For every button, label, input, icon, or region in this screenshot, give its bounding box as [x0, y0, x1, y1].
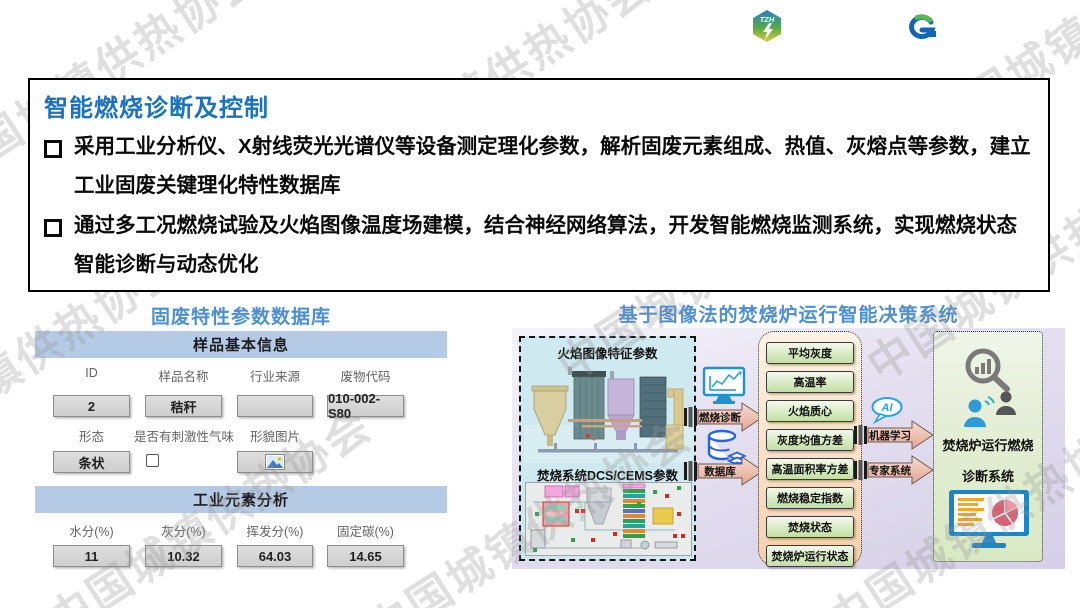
feature-chip-mean-gray: 平均灰度: [766, 342, 854, 364]
section-header-basic-info: 样品基本信息: [35, 331, 447, 358]
field-label-moisture: 水分(%): [53, 521, 130, 540]
field-label-ash: 灰分(%): [145, 521, 222, 540]
field-value-shape[interactable]: 条状: [53, 451, 130, 473]
feature-chip-furnace-running-state: 焚烧炉运行状态: [766, 545, 854, 567]
feature-chip-flame-centroid: 火焰质心: [766, 400, 854, 422]
irritating-odor-checkbox[interactable]: [146, 454, 159, 467]
diagnosis-system-box: 焚烧炉运行燃烧 诊断系统: [933, 331, 1043, 562]
arrow-label: 数据库: [698, 456, 742, 486]
image-features-box: 平均灰度 高温率 火焰质心 灰度均值方差 高温面积率方差 燃烧稳定指数 焚烧状态…: [758, 331, 862, 566]
section-header-proximate-analysis: 工业元素分析: [35, 486, 447, 513]
field-value-industry-source[interactable]: [237, 395, 313, 417]
monitor-chart-icon: [702, 366, 746, 406]
database-panel-title: 固废特性参数数据库: [35, 302, 447, 329]
field-value-waste-code[interactable]: 010-002-S80: [327, 395, 404, 417]
dcs-screen-illustration: [525, 482, 692, 556]
field-label-sample-name: 样品名称: [145, 366, 222, 385]
field-label-volatile: 挥发分(%): [237, 521, 313, 540]
bullet-item: 通过多工况燃烧试验及火焰图像温度场建模，结合神经网络算法，开发智能燃烧监测系统，…: [44, 206, 1032, 285]
field-label-irritating-odor: 是否有刺激性气味: [131, 426, 237, 445]
field-label-appearance-image: 形貌图片: [237, 426, 313, 445]
field-label-industry-source: 行业来源: [237, 366, 313, 385]
arrow-label: 专家系统: [868, 455, 912, 485]
feature-chip-stability-index: 燃烧稳定指数: [766, 487, 854, 509]
output-text-line1: 焚烧炉运行燃烧: [934, 435, 1042, 454]
report-monitor-icon: [945, 490, 1033, 550]
feature-chip-gray-variance: 灰度均值方差: [766, 429, 854, 451]
expert-system-arrow: 专家系统: [854, 455, 934, 485]
slide: 固废特性参数数据库 样品基本信息 ID 样品名称 行业来源 废物代码 2 秸秆 …: [0, 0, 1080, 608]
feature-chip-high-temp-area-variance: 高温面积率方差: [766, 458, 854, 480]
field-label-fixed-carbon: 固定碳(%): [327, 521, 404, 540]
partner-logo: [905, 14, 939, 40]
arrow-label: 机器学习: [868, 420, 912, 450]
image-thumbnail-icon: [265, 454, 285, 470]
field-value-moisture[interactable]: 11: [53, 545, 130, 567]
output-text-line2: 诊断系统: [934, 466, 1042, 485]
bullet-square-icon: [44, 140, 62, 158]
incinerator-3d-illustration: [524, 359, 693, 463]
bullet-list: 采用工业分析仪、X射线荧光光谱仪等设备测定理化参数，解析固废元素组成、热值、灰熔…: [44, 127, 1032, 284]
people-consult-icon: [962, 388, 1018, 428]
slide-title: 智能燃烧诊断及控制: [44, 88, 1032, 123]
database-arrow: 数据库: [684, 456, 764, 486]
appearance-image-field[interactable]: [237, 451, 313, 473]
magnifier-barchart-icon: [960, 346, 1018, 392]
bullet-item: 采用工业分析仪、X射线荧光光谱仪等设备测定理化参数，解析固废元素组成、热值、灰熔…: [44, 127, 1032, 206]
field-value-volatile[interactable]: 64.03: [237, 545, 313, 567]
feature-chip-high-temp-rate: 高温率: [766, 371, 854, 393]
decision-diagram-panel: 火焰图像特征参数: [512, 328, 1065, 569]
field-value-fixed-carbon[interactable]: 14.65: [327, 545, 404, 567]
field-value-id[interactable]: 2: [53, 395, 130, 417]
decision-panel-title: 基于图像法的焚烧炉运行智能决策系统: [512, 300, 1065, 327]
tzh-logo-text: TZH: [760, 15, 775, 24]
bullet-square-icon: [44, 219, 62, 237]
ai-bubble-label: AI: [881, 402, 894, 414]
field-value-ash[interactable]: 10.32: [145, 545, 222, 567]
field-label-id: ID: [53, 366, 130, 380]
field-label-shape: 形态: [53, 426, 130, 445]
field-value-sample-name[interactable]: 秸秆: [145, 395, 222, 417]
tzh-hexagon-logo: TZH: [752, 9, 782, 43]
field-label-waste-code: 废物代码: [327, 366, 404, 385]
header-box: 智能燃烧诊断及控制 采用工业分析仪、X射线荧光光谱仪等设备测定理化参数，解析固废…: [28, 78, 1050, 292]
machine-learning-arrow: 机器学习: [854, 420, 934, 450]
bullet-text: 采用工业分析仪、X射线荧光光谱仪等设备测定理化参数，解析固废元素组成、热值、灰熔…: [74, 127, 1032, 206]
feature-chip-incineration-state: 焚烧状态: [766, 516, 854, 538]
input-parameters-box: 火焰图像特征参数: [519, 336, 696, 561]
bullet-text: 通过多工况燃烧试验及火焰图像温度场建模，结合神经网络算法，开发智能燃烧监测系统，…: [74, 206, 1032, 285]
